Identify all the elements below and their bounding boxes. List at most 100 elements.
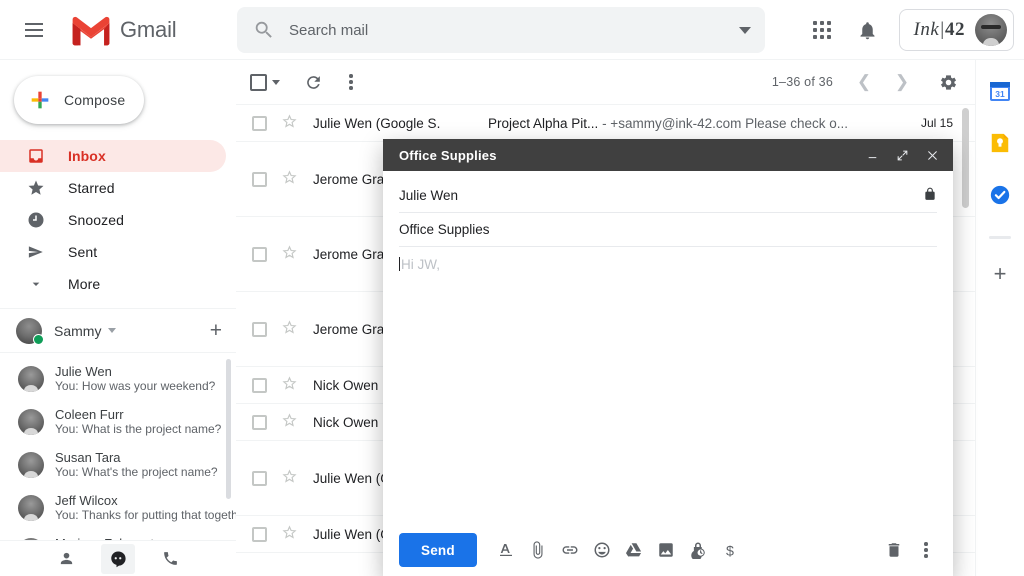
insert-link-icon[interactable] [555, 535, 585, 565]
format-text-icon[interactable] [491, 535, 521, 565]
recipient-field[interactable]: Julie Wen [399, 179, 937, 213]
sidebar-item-snoozed[interactable]: Snoozed [0, 204, 226, 236]
subject-field[interactable]: Office Supplies [399, 213, 937, 247]
sidebar-item-more[interactable]: More [0, 268, 226, 300]
workspace-account-chip[interactable]: Ink|42 [898, 9, 1014, 51]
row-checkbox[interactable] [252, 526, 267, 542]
sidebar-item-sent[interactable]: Sent [0, 236, 226, 268]
row-checkbox[interactable] [252, 246, 267, 262]
search-options-button[interactable] [725, 7, 765, 53]
send-arrow-icon [26, 242, 46, 262]
lock-icon [923, 187, 937, 204]
minimize-icon[interactable] [859, 142, 885, 168]
refresh-icon[interactable] [294, 63, 332, 101]
list-item[interactable]: Julie Wen You: How was your weekend? [0, 357, 236, 400]
chevron-down-icon[interactable] [108, 328, 117, 333]
star-icon[interactable] [281, 524, 298, 544]
row-checkbox[interactable] [252, 115, 267, 131]
top-app-bar: Gmail Ink|42 [0, 0, 1024, 60]
bell-icon[interactable] [847, 9, 889, 51]
compose-window[interactable]: Office Supplies Julie Wen Office Supplie… [383, 139, 953, 576]
star-icon[interactable] [281, 319, 298, 339]
compose-footer-right [877, 535, 941, 565]
compose-footer: Send $ [383, 524, 953, 576]
sidebar-item-starred[interactable]: Starred [0, 172, 226, 204]
prev-page-button[interactable]: ❮ [845, 63, 883, 101]
subject-value: Office Supplies [399, 222, 490, 237]
gmail-brand[interactable]: Gmail [70, 14, 177, 46]
chat-contact-list[interactable]: Julie Wen You: How was your weekend? Col… [0, 352, 236, 540]
select-all-checkbox[interactable] [250, 63, 280, 101]
sidebar-item-label: Inbox [68, 148, 106, 164]
more-vertical-icon[interactable] [911, 535, 941, 565]
avatar[interactable] [975, 14, 1007, 46]
hangouts-account-row[interactable]: Sammy + [0, 308, 236, 352]
row-checkbox[interactable] [252, 414, 267, 430]
gmail-m-logo [72, 16, 110, 45]
star-icon[interactable] [281, 412, 298, 432]
row-checkbox[interactable] [252, 321, 267, 337]
hamburger-menu-icon[interactable] [10, 6, 58, 54]
header-actions: Ink|42 [801, 0, 1014, 60]
trash-icon[interactable] [879, 535, 909, 565]
row-subject: Project Alpha Pit... - +sammy@ink-42.com… [488, 115, 848, 131]
compose-button[interactable]: Compose [14, 76, 144, 124]
list-item[interactable]: Coleen Furr You: What is the project nam… [0, 400, 236, 443]
google-keep-icon[interactable] [987, 130, 1013, 156]
more-vertical-icon[interactable] [332, 63, 370, 101]
google-calendar-icon[interactable]: 31 [987, 78, 1013, 104]
checkbox-icon [250, 73, 267, 91]
account-name: Sammy [54, 322, 102, 339]
expand-icon[interactable] [889, 142, 915, 168]
google-drive-icon[interactable] [619, 535, 649, 565]
star-icon[interactable] [281, 468, 298, 488]
confidential-mode-icon[interactable] [683, 535, 713, 565]
row-checkbox[interactable] [252, 171, 267, 187]
close-icon[interactable] [919, 142, 945, 168]
phone-icon[interactable] [153, 544, 187, 574]
chat-list-scrollbar[interactable] [226, 359, 231, 499]
next-page-button[interactable]: ❯ [883, 63, 921, 101]
star-icon[interactable] [281, 244, 298, 264]
attach-file-icon[interactable] [523, 535, 553, 565]
workspace-logo: Ink|42 [913, 19, 965, 40]
brand-title: Gmail [120, 16, 177, 42]
send-button[interactable]: Send [399, 533, 477, 567]
sidebar-item-label: Sent [68, 244, 98, 260]
gear-icon[interactable] [929, 63, 967, 101]
list-item[interactable]: Susan Tara You: What's the project name? [0, 443, 236, 486]
compose-body[interactable]: Hi JW, [399, 257, 937, 524]
list-item[interactable]: Jeff Wilcox You: Thanks for putting that… [0, 486, 236, 529]
chat-bubble-icon[interactable] [101, 543, 135, 574]
search-icon [255, 21, 272, 38]
new-conversation-plus-icon[interactable]: + [210, 320, 222, 341]
search-input[interactable] [289, 21, 725, 39]
account-avatar [16, 317, 44, 345]
list-item[interactable]: Marissa Falgoust You: Sounds great. Coul… [0, 529, 236, 540]
chat-snippet: You: How was your weekend? [55, 378, 216, 393]
sidebar-item-inbox[interactable]: Inbox [0, 140, 226, 172]
avatar [18, 451, 44, 478]
insert-photo-icon[interactable] [651, 535, 681, 565]
svg-text:31: 31 [995, 89, 1005, 99]
star-icon[interactable] [281, 113, 298, 133]
google-tasks-icon[interactable] [987, 182, 1013, 208]
plus-icon[interactable]: + [994, 263, 1007, 285]
avatar [18, 494, 44, 521]
compose-label: Compose [64, 92, 126, 108]
insert-emoji-icon[interactable] [587, 535, 617, 565]
star-icon[interactable] [281, 169, 298, 189]
apps-grid-icon[interactable] [801, 9, 843, 51]
row-checkbox[interactable] [252, 470, 267, 486]
compose-header[interactable]: Office Supplies [383, 139, 953, 171]
chevron-down-icon[interactable] [272, 79, 280, 85]
row-checkbox[interactable] [252, 377, 267, 393]
table-row[interactable]: Julie Wen (Google S. Project Alpha Pit..… [236, 105, 975, 142]
insert-money-icon[interactable]: $ [715, 535, 745, 565]
sidebar-item-label: Snoozed [68, 212, 124, 228]
star-icon[interactable] [281, 375, 298, 395]
mail-list-scrollbar[interactable] [962, 108, 969, 208]
chat-contact-name: Jeff Wilcox [55, 492, 118, 508]
search-bar[interactable] [237, 7, 765, 53]
person-icon[interactable] [49, 544, 83, 574]
